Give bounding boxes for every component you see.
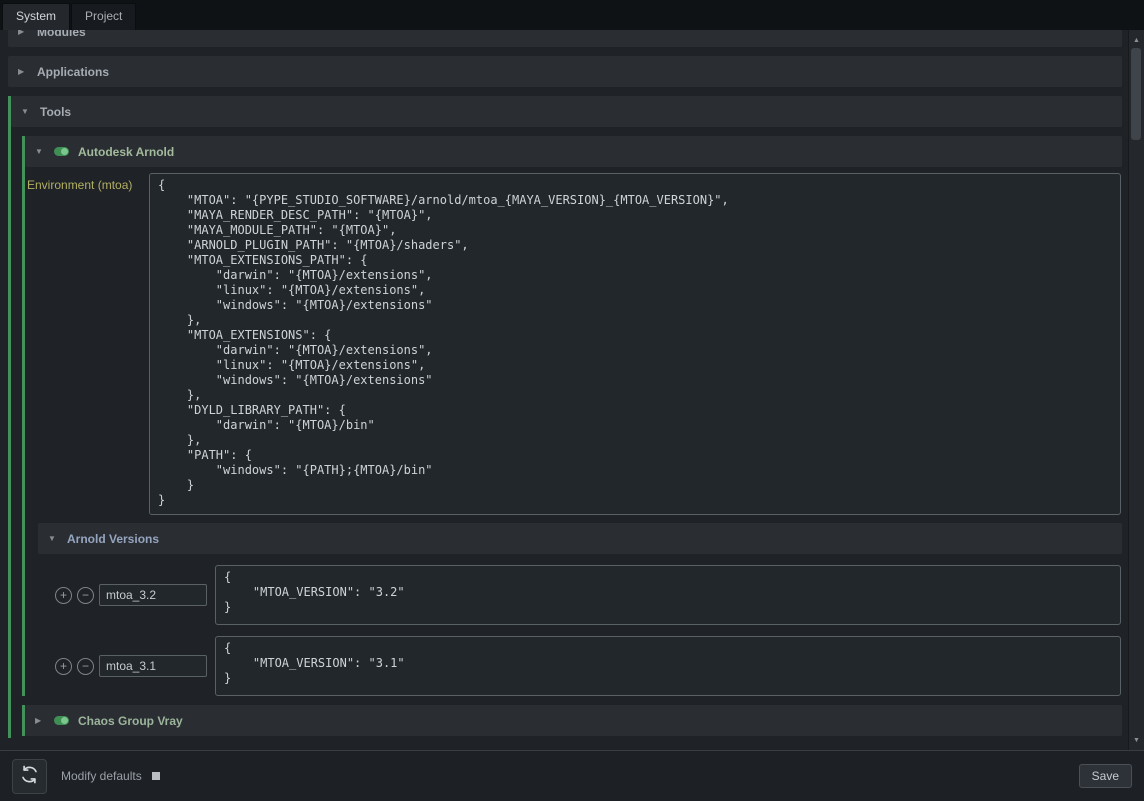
vray-label: Chaos Group Vray [78, 714, 183, 728]
section-tools-label: Tools [40, 105, 71, 119]
version-value-textarea[interactable]: { "MTOA_VERSION": "3.1" } [215, 636, 1121, 696]
version-key-input[interactable] [99, 584, 207, 606]
remove-version-button[interactable]: − [77, 587, 94, 604]
vray-enabled-toggle-icon[interactable] [54, 716, 69, 725]
chevron-right-icon: ▶ [18, 67, 28, 76]
save-button[interactable]: Save [1079, 764, 1132, 788]
refresh-button[interactable] [12, 759, 47, 794]
vray-header[interactable]: ▶ Chaos Group Vray [25, 705, 1122, 736]
arnold-label: Autodesk Arnold [78, 145, 174, 159]
version-value-textarea[interactable]: { "MTOA_VERSION": "3.2" } [215, 565, 1121, 625]
section-applications-label: Applications [37, 65, 109, 79]
group-chaos-group-vray: ▶ Chaos Group Vray [22, 705, 1122, 736]
arnold-content: Environment (mtoa) { "MTOA": "{PYPE_STUD… [25, 173, 1122, 696]
add-version-button[interactable]: + [55, 587, 72, 604]
tab-project[interactable]: Project [71, 3, 136, 30]
footer-bar: Modify defaults Save [0, 750, 1144, 801]
version-key-input[interactable] [99, 655, 207, 677]
refresh-icon [20, 765, 39, 787]
environment-mtoa-label: Environment (mtoa) [27, 173, 149, 192]
tools-content: ▼ Autodesk Arnold Environment (mtoa) { "… [11, 136, 1122, 738]
arnold-versions-label: Arnold Versions [67, 532, 159, 546]
remove-version-button[interactable]: − [77, 658, 94, 675]
section-modules-header[interactable]: ▶ Modules [8, 30, 1122, 47]
vertical-scrollbar[interactable]: ▲ ▼ [1128, 30, 1144, 750]
group-tools: ▼ Tools ▼ Autodesk Arnold [8, 96, 1122, 738]
group-autodesk-arnold: ▼ Autodesk Arnold Environment (mtoa) { "… [22, 136, 1122, 696]
chevron-right-icon: ▶ [18, 30, 28, 36]
modify-defaults-checkbox[interactable] [152, 772, 160, 780]
settings-list: ▶ Modules ▶ Applications ▼ Tools ▼ [0, 30, 1128, 750]
add-version-button[interactable]: + [55, 658, 72, 675]
chevron-down-icon: ▼ [21, 107, 31, 116]
arnold-header[interactable]: ▼ Autodesk Arnold [25, 136, 1122, 167]
scroll-down-icon[interactable]: ▼ [1129, 732, 1144, 748]
environment-row: Environment (mtoa) { "MTOA": "{PYPE_STUD… [25, 173, 1122, 515]
section-modules-label: Modules [37, 30, 86, 39]
version-row: + − { "MTOA_VERSION": "3.2" } [55, 565, 1121, 625]
arnold-versions-header[interactable]: ▼ Arnold Versions [38, 523, 1122, 554]
chevron-down-icon: ▼ [35, 147, 45, 156]
environment-mtoa-textarea[interactable]: { "MTOA": "{PYPE_STUDIO_SOFTWARE}/arnold… [149, 173, 1121, 515]
scrollbar-thumb[interactable] [1131, 48, 1141, 140]
section-applications-header[interactable]: ▶ Applications [8, 56, 1122, 87]
chevron-right-icon: ▶ [35, 716, 45, 725]
scroll-up-icon[interactable]: ▲ [1129, 32, 1144, 48]
tab-bar: System Project [0, 0, 1144, 30]
tab-system[interactable]: System [2, 3, 70, 30]
section-tools-header[interactable]: ▼ Tools [11, 96, 1122, 127]
version-row: + − { "MTOA_VERSION": "3.1" } [55, 636, 1121, 696]
arnold-enabled-toggle-icon[interactable] [54, 147, 69, 156]
modify-defaults-label: Modify defaults [61, 769, 142, 783]
chevron-down-icon: ▼ [48, 534, 58, 543]
settings-scroll-area: ▶ Modules ▶ Applications ▼ Tools ▼ [0, 30, 1144, 750]
